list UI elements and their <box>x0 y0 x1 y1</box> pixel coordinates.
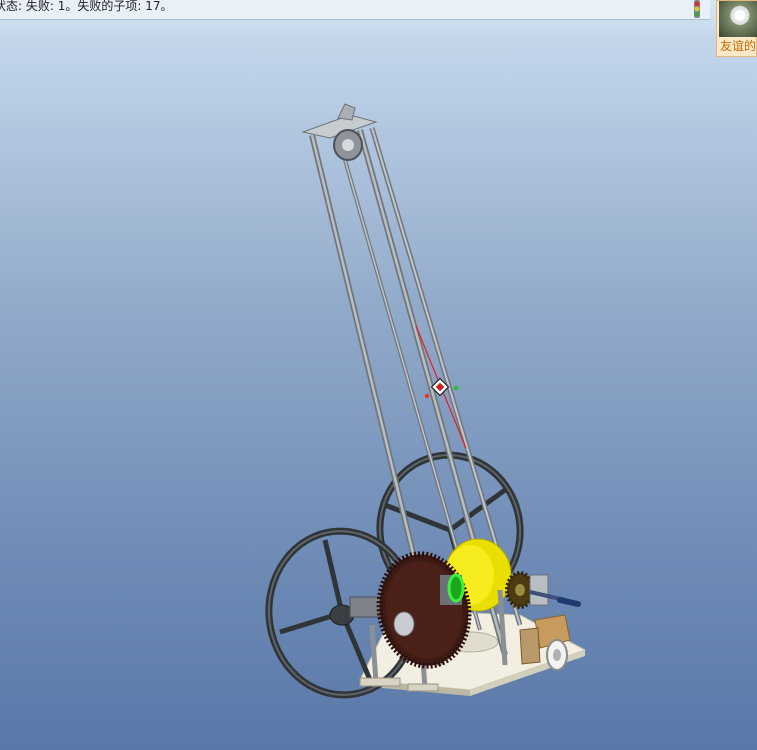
green-ring <box>447 573 465 603</box>
traffic-light-icon[interactable] <box>690 0 704 18</box>
status-bar: 状态: 失败: 1。失败的子项: 17。 <box>0 0 710 20</box>
small-gear <box>505 571 535 609</box>
3d-viewport[interactable] <box>0 20 757 750</box>
status-text: 状态: 失败: 1。失败的子项: 17。 <box>0 0 173 13</box>
crank-handle <box>529 574 581 607</box>
